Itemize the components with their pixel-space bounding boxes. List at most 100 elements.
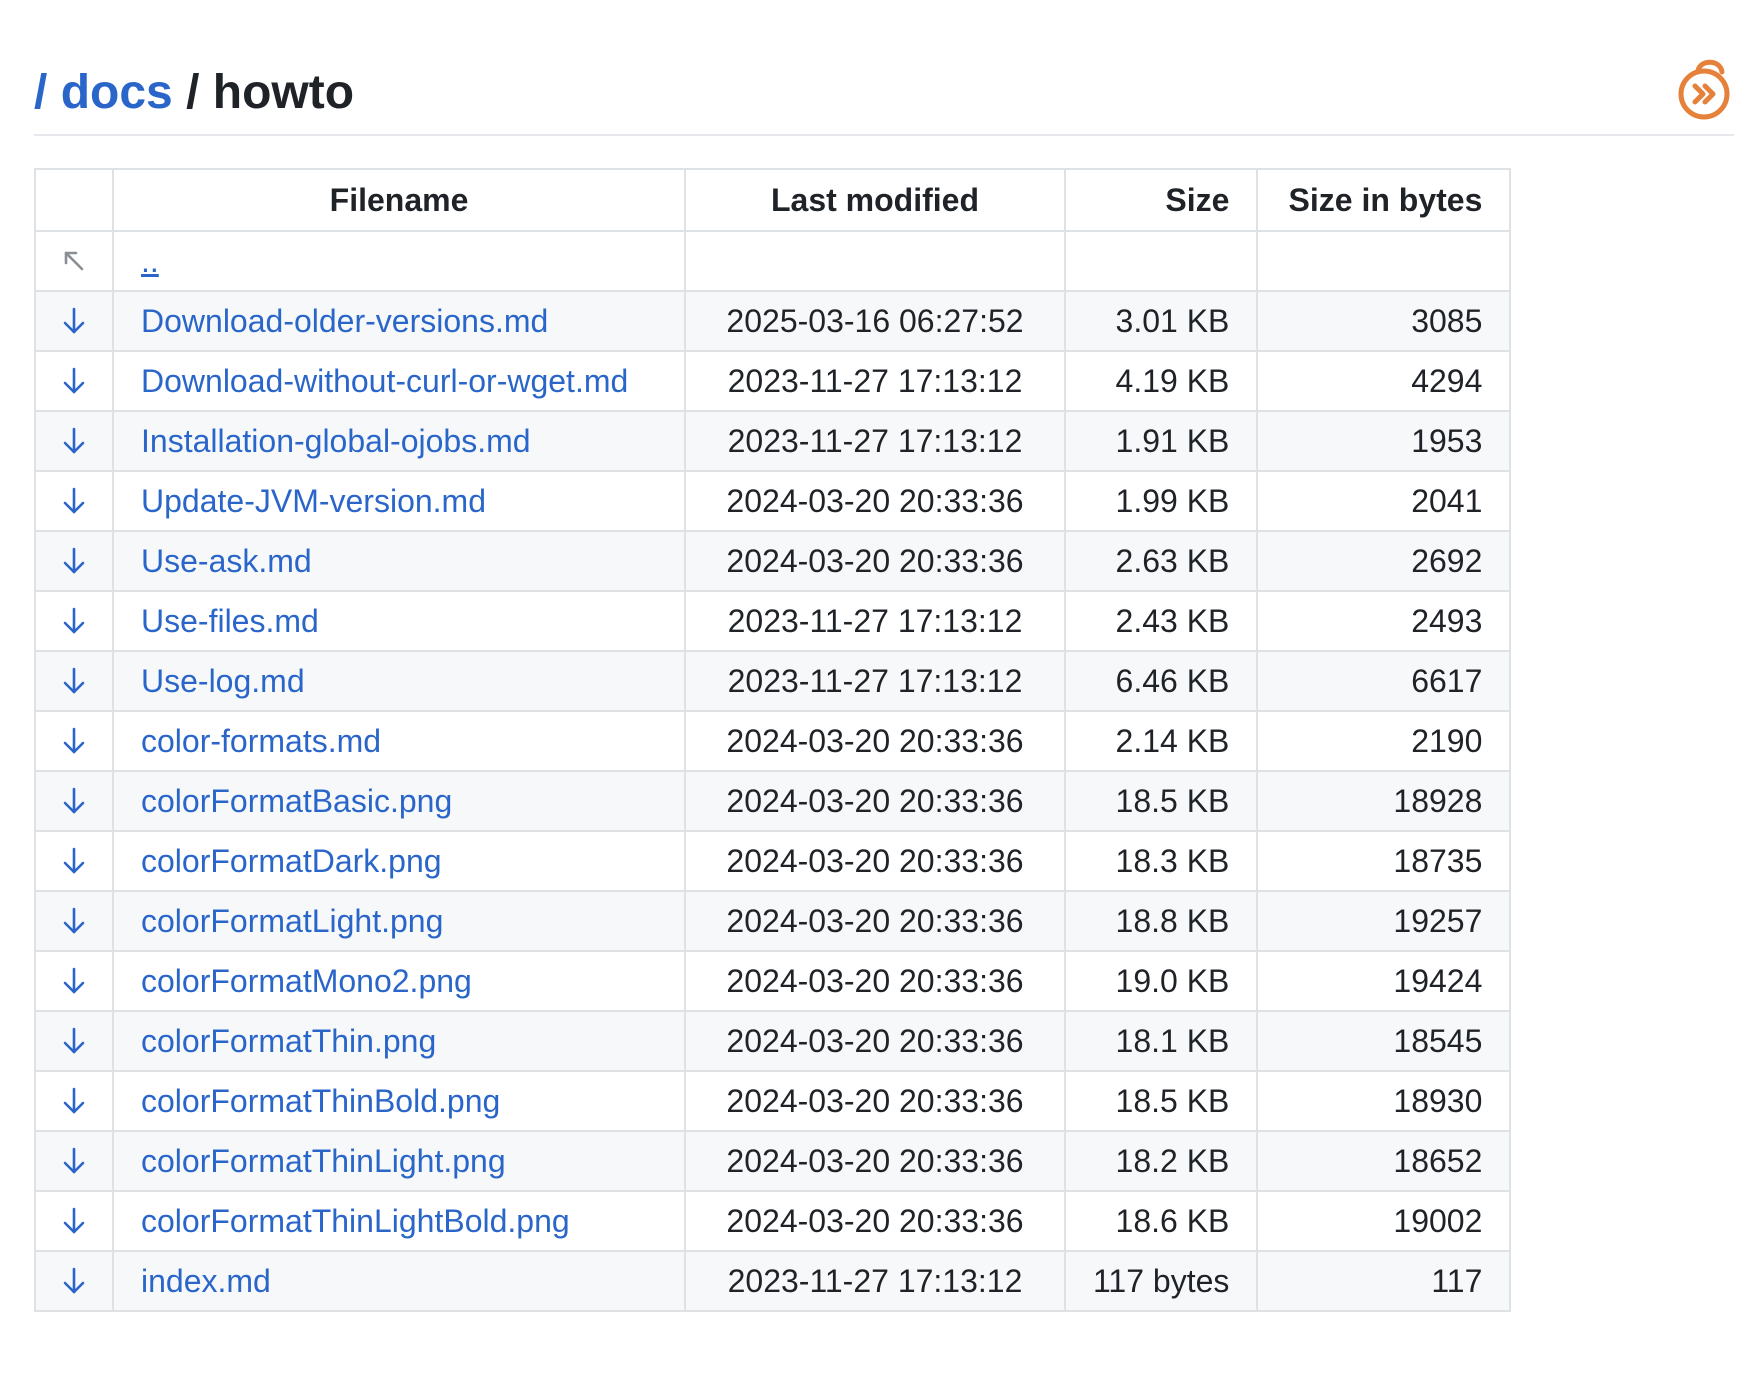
filename-cell: colorFormatDark.png xyxy=(112,830,686,892)
download-arrow-icon[interactable] xyxy=(34,1130,114,1192)
file-link[interactable]: colorFormatThinBold.png xyxy=(141,1083,500,1119)
download-arrow-icon[interactable] xyxy=(34,1190,114,1252)
last-modified-cell: 2024-03-20 20:33:36 xyxy=(684,530,1066,592)
table-row[interactable]: colorFormatLight.png 2024-03-20 20:33:36 1… xyxy=(34,890,1512,952)
file-link[interactable]: Use-ask.md xyxy=(141,543,312,579)
last-modified-cell: 2024-03-20 20:33:36 xyxy=(684,770,1066,832)
filename-cell: colorFormatMono2.png xyxy=(112,950,686,1012)
table-row[interactable]: colorFormatThinBold.png 2024-03-20 20:33:… xyxy=(34,1070,1512,1132)
file-link[interactable]: colorFormatDark.png xyxy=(141,843,442,879)
download-arrow-icon[interactable] xyxy=(34,590,114,652)
page: / docs / howto Filename Last modified Si… xyxy=(34,0,1734,1312)
openaf-logo-icon[interactable] xyxy=(1674,54,1734,126)
file-link[interactable]: Download-without-curl-or-wget.md xyxy=(141,363,628,399)
file-link[interactable]: colorFormatLight.png xyxy=(141,903,443,939)
download-arrow-icon[interactable] xyxy=(34,710,114,772)
last-modified-cell: 2023-11-27 17:13:12 xyxy=(684,590,1066,652)
last-modified-cell: 2024-03-20 20:33:36 xyxy=(684,950,1066,1012)
last-modified-cell: 2024-03-20 20:33:36 xyxy=(684,1070,1066,1132)
file-link[interactable]: Use-log.md xyxy=(141,663,305,699)
size-cell: 6.46 KB xyxy=(1063,650,1259,712)
download-arrow-icon[interactable] xyxy=(34,1010,114,1072)
table-row[interactable]: colorFormatThinLightBold.png 2024-03-20 2… xyxy=(34,1190,1512,1252)
filename-cell: Use-files.md xyxy=(112,590,686,652)
download-arrow-icon[interactable] xyxy=(34,650,114,712)
table-row[interactable]: index.md 2023-11-27 17:13:12 117 bytes 117 xyxy=(34,1250,1512,1312)
file-link[interactable]: colorFormatMono2.png xyxy=(141,963,472,999)
size-bytes-cell: 2692 xyxy=(1256,530,1512,592)
file-link[interactable]: Use-files.md xyxy=(141,603,319,639)
download-arrow-icon[interactable] xyxy=(34,950,114,1012)
file-link[interactable]: index.md xyxy=(141,1263,271,1299)
table-row[interactable]: colorFormatMono2.png 2024-03-20 20:33:36 1… xyxy=(34,950,1512,1012)
size-column-header[interactable]: Size xyxy=(1063,168,1259,232)
table-row[interactable]: Update-JVM-version.md 2024-03-20 20:33:36… xyxy=(34,470,1512,532)
last-modified-cell: 2024-03-20 20:33:36 xyxy=(684,470,1066,532)
download-arrow-icon[interactable] xyxy=(34,290,114,352)
size-cell: 18.6 KB xyxy=(1063,1190,1259,1252)
size-bytes-cell: 4294 xyxy=(1256,350,1512,412)
filename-cell: Download-older-versions.md xyxy=(112,290,686,352)
download-arrow-icon[interactable] xyxy=(34,770,114,832)
download-arrow-icon[interactable] xyxy=(34,530,114,592)
file-link[interactable]: Download-older-versions.md xyxy=(141,303,548,339)
file-link[interactable]: color-formats.md xyxy=(141,723,381,759)
size-bytes-cell: 117 xyxy=(1256,1250,1512,1312)
table-row[interactable]: Download-older-versions.md 2025-03-16 06:… xyxy=(34,290,1512,352)
size-bytes-column-header[interactable]: Size in bytes xyxy=(1256,168,1512,232)
breadcrumb-docs-link[interactable]: docs xyxy=(61,66,173,119)
filename-cell: colorFormatLight.png xyxy=(112,890,686,952)
filename-cell: colorFormatBasic.png xyxy=(112,770,686,832)
size-cell: 1.91 KB xyxy=(1063,410,1259,472)
size-bytes-cell: 18545 xyxy=(1256,1010,1512,1072)
download-arrow-icon[interactable] xyxy=(34,410,114,472)
table-row[interactable]: colorFormatBasic.png 2024-03-20 20:33:36 1… xyxy=(34,770,1512,832)
filename-cell: colorFormatThin.png xyxy=(112,1010,686,1072)
download-arrow-icon[interactable] xyxy=(34,470,114,532)
last-modified-cell: 2025-03-16 06:27:52 xyxy=(684,290,1066,352)
size-cell: 2.43 KB xyxy=(1063,590,1259,652)
table-row[interactable]: colorFormatThin.png 2024-03-20 20:33:36 18… xyxy=(34,1010,1512,1072)
filename-cell: colorFormatThinLight.png xyxy=(112,1130,686,1192)
parent-directory-row[interactable]: .. xyxy=(34,230,1512,292)
last-modified-cell: 2024-03-20 20:33:36 xyxy=(684,890,1066,952)
last-modified-cell: 2024-03-20 20:33:36 xyxy=(684,710,1066,772)
file-link[interactable]: Update-JVM-version.md xyxy=(141,483,486,519)
size-bytes-cell: 2041 xyxy=(1256,470,1512,532)
download-arrow-icon[interactable] xyxy=(34,890,114,952)
file-link[interactable]: colorFormatThin.png xyxy=(141,1023,436,1059)
breadcrumb-current: howto xyxy=(212,66,355,119)
size-cell: 3.01 KB xyxy=(1063,290,1259,352)
table-row[interactable]: Use-files.md 2023-11-27 17:13:12 2.43 KB 24… xyxy=(34,590,1512,652)
table-row[interactable]: colorFormatThinLight.png 2024-03-20 20:33… xyxy=(34,1130,1512,1192)
size-cell: 18.2 KB xyxy=(1063,1130,1259,1192)
breadcrumb: / docs / howto xyxy=(34,58,354,128)
file-link[interactable]: colorFormatThinLightBold.png xyxy=(141,1203,570,1239)
last-modified-column-header[interactable]: Last modified xyxy=(684,168,1066,232)
last-modified-cell: 2023-11-27 17:13:12 xyxy=(684,650,1066,712)
size-cell: 18.1 KB xyxy=(1063,1010,1259,1072)
size-bytes-cell: 1953 xyxy=(1256,410,1512,472)
download-arrow-icon[interactable] xyxy=(34,1070,114,1132)
table-row[interactable]: Use-log.md 2023-11-27 17:13:12 6.46 KB 6617 xyxy=(34,650,1512,712)
size-bytes-cell: 2493 xyxy=(1256,590,1512,652)
table-row[interactable]: Installation-global-ojobs.md 2023-11-27 1… xyxy=(34,410,1512,472)
file-link[interactable]: colorFormatBasic.png xyxy=(141,783,452,819)
last-modified-cell: 2024-03-20 20:33:36 xyxy=(684,1130,1066,1192)
filename-cell: index.md xyxy=(112,1250,686,1312)
file-link[interactable]: colorFormatThinLight.png xyxy=(141,1143,506,1179)
arrow-up-left-icon xyxy=(34,230,114,292)
breadcrumb-separator: / xyxy=(186,66,200,119)
download-arrow-icon[interactable] xyxy=(34,1250,114,1312)
breadcrumb-root-link[interactable]: / xyxy=(34,66,47,119)
table-row[interactable]: Use-ask.md 2024-03-20 20:33:36 2.63 KB 2692 xyxy=(34,530,1512,592)
file-link[interactable]: Installation-global-ojobs.md xyxy=(141,423,531,459)
table-row[interactable]: colorFormatDark.png 2024-03-20 20:33:36 18… xyxy=(34,830,1512,892)
download-arrow-icon[interactable] xyxy=(34,830,114,892)
download-arrow-icon[interactable] xyxy=(34,350,114,412)
filename-column-header[interactable]: Filename xyxy=(112,168,686,232)
parent-directory-link[interactable]: .. xyxy=(141,243,159,279)
table-row[interactable]: color-formats.md 2024-03-20 20:33:36 2.14 … xyxy=(34,710,1512,772)
table-cell-empty xyxy=(684,230,1066,292)
table-row[interactable]: Download-without-curl-or-wget.md 2023-11-… xyxy=(34,350,1512,412)
